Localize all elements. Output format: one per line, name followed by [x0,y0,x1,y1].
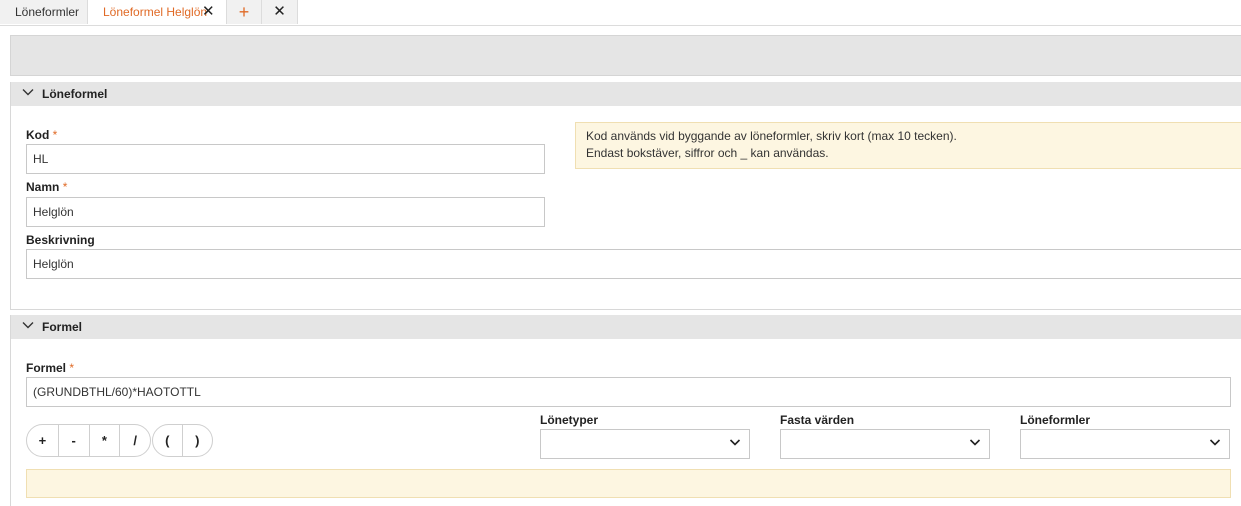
kod-input[interactable]: HL [26,144,545,174]
beskrivning-input[interactable]: Helglön [26,249,1241,279]
namn-input[interactable]: Helglön [26,197,545,227]
lonetyper-label: Lönetyper [540,413,599,427]
chevron-down-icon [969,436,981,451]
kod-info-box: Kod används vid byggande av löneformler,… [575,122,1241,169]
section-title: Löneformel [42,87,108,101]
formel-input[interactable]: (GRUNDBTHL/60)*HAOTOTTL [26,377,1231,407]
section-title: Formel [42,320,83,334]
minus-button[interactable]: - [59,425,90,456]
lonetyper-select[interactable] [540,429,750,459]
loneformel-panel-header[interactable]: Löneformel [11,82,1241,106]
multiply-button[interactable]: * [90,425,121,456]
kod-label: Kod * [26,128,58,142]
namn-label: Namn * [26,180,68,194]
close-paren-button[interactable]: ) [183,425,212,456]
info-text-line-1: Kod används vid byggande av löneformler,… [586,129,957,143]
loneformler-label: Löneformler [1020,413,1091,427]
formula-validation-box [26,469,1231,498]
formel-label: Formel * [26,361,75,375]
chevron-down-icon [1209,436,1221,451]
open-paren-button[interactable]: ( [153,425,183,456]
fasta-varden-select[interactable] [780,429,990,459]
tab-loneformler[interactable]: Löneformler [0,0,88,24]
chevron-down-icon[interactable] [22,315,34,339]
paren-button-group: ( ) [152,424,213,457]
beskrivning-label: Beskrivning [26,233,95,247]
loneformler-select[interactable] [1020,429,1230,459]
plus-button[interactable]: + [27,425,59,456]
tab-loneformel-helglon[interactable]: Löneformel Helglön ✕ [88,0,227,24]
formel-panel-header[interactable]: Formel [11,315,1241,339]
operator-button-group: + - * / [26,424,151,457]
fasta-varden-label: Fasta värden [780,413,855,427]
toolbar [10,35,1241,76]
chevron-down-icon [729,436,741,451]
tab-bar: Löneformler Löneformel Helglön ✕ + ✕ [0,0,1241,26]
chevron-down-icon[interactable] [22,82,34,106]
tab-label: Löneformel Helglön [103,5,208,19]
close-all-icon[interactable]: ✕ [262,0,298,24]
add-tab-icon[interactable]: + [227,0,262,24]
divide-button[interactable]: / [120,425,150,456]
close-tab-icon[interactable]: ✕ [202,0,215,24]
info-text-line-2: Endast bokstäver, siffror och _ kan anvä… [586,146,829,160]
